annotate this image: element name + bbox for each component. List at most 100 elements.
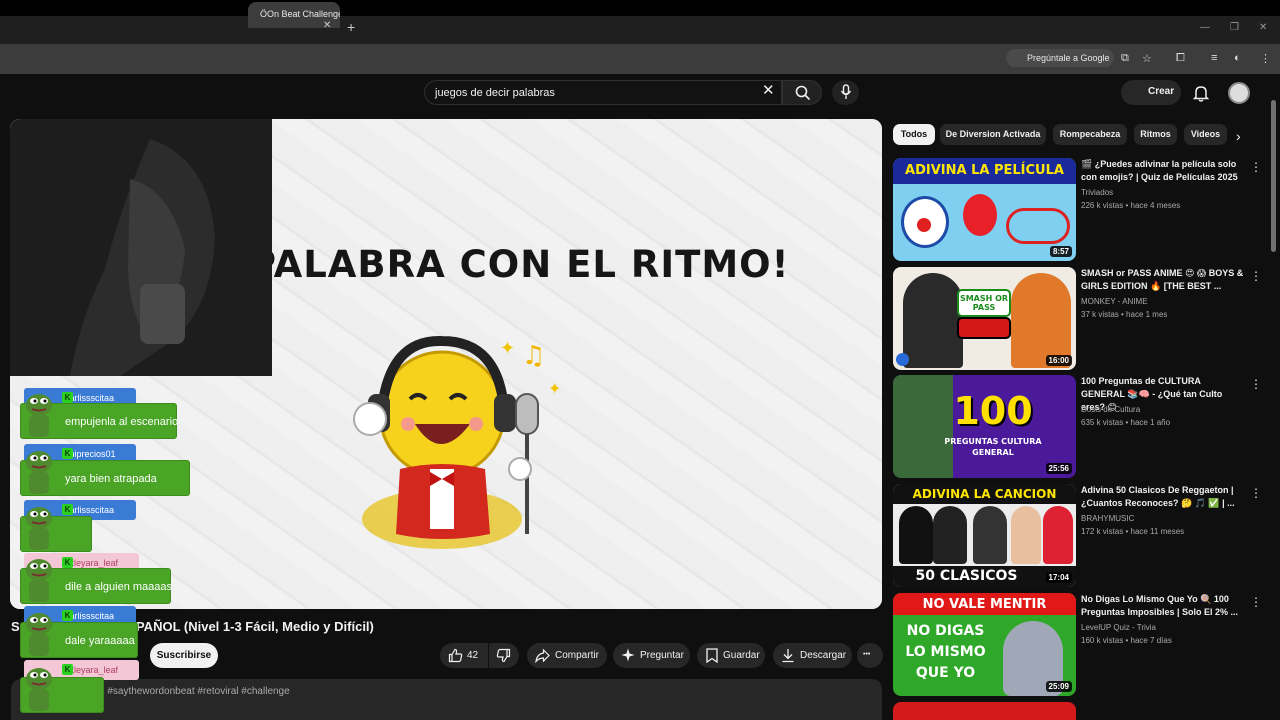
thumbs-down-icon: [496, 648, 511, 663]
browser-menu-icon[interactable]: ⋮: [1260, 52, 1271, 65]
bookmark-icon: [706, 648, 718, 663]
microphone-icon: [840, 84, 852, 99]
ask-google-button[interactable]: Pregúntale a Google: [1006, 49, 1114, 67]
rec-title[interactable]: Adivina 50 Clasicos De Reggaeton | ¿Cuan…: [1081, 484, 1245, 510]
window-close-icon[interactable]: ✕: [1259, 22, 1267, 33]
save-button[interactable]: Guardar: [697, 643, 765, 668]
rec-channel[interactable]: MONKEY - ANIME: [1081, 297, 1148, 306]
rec-channel[interactable]: Dosis de Cultura: [1081, 405, 1140, 414]
rec-meta: 160 k vistas • hace 7 días: [1081, 636, 1172, 645]
media-controls-icon[interactable]: ≡: [1211, 52, 1217, 64]
pepe-avatar-icon: [26, 668, 52, 711]
duration-badge: 17:04: [1045, 572, 1072, 583]
rec-title[interactable]: 🎬 ¿Puedes adivinar la película solo con …: [1081, 158, 1245, 184]
rec-meta: 635 k vistas • hace 1 año: [1081, 418, 1171, 427]
chip-rompecabeza[interactable]: Rompecabeza: [1053, 124, 1127, 145]
browser-tab-bar: [0, 16, 1280, 44]
more-icon: •••: [863, 651, 871, 658]
thumbnail-caption: NO VALE MENTIR: [922, 597, 1047, 612]
rec-channel[interactable]: BRAHYMUSIC: [1081, 514, 1134, 523]
video-player[interactable]: ¡DI LA PALABRA CON EL RITMO! ♫ ✦ ✦: [10, 119, 882, 609]
page-scrollbar[interactable]: [1271, 100, 1276, 252]
rec-more-icon[interactable]: ⋮: [1250, 377, 1262, 391]
description-tags: as #saythewordonbeat #retoviral #challen…: [94, 686, 290, 697]
singing-emoji-illustration: ♫ ✦ ✦: [353, 335, 561, 549]
download-label: Descargar: [800, 650, 847, 661]
share-button[interactable]: Compartir: [527, 643, 607, 668]
chips-next-arrow-icon[interactable]: ›: [1236, 128, 1241, 144]
subscribe-button[interactable]: Suscribirse: [150, 643, 218, 668]
search-input[interactable]: juegos de decir palabras: [424, 80, 782, 105]
download-button[interactable]: Descargar: [773, 643, 852, 668]
rec-meta: 226 k vistas • hace 4 meses: [1081, 201, 1181, 210]
top-black-strip: [0, 0, 1280, 16]
chip-de-diversion-activada[interactable]: De Diversion Activada: [940, 124, 1046, 145]
streamer-hand-silhouette: [70, 139, 215, 376]
thumbnail-subcaption: 50 CLASICOS: [915, 568, 1018, 584]
rec-more-icon[interactable]: ⋮: [1250, 595, 1262, 609]
dislike-button[interactable]: [489, 643, 519, 668]
svg-text:✦: ✦: [500, 338, 515, 359]
svg-text:✦: ✦: [548, 379, 561, 398]
voice-search-button[interactable]: [832, 80, 859, 105]
thumbnail-subcaption: PREGUNTAS CULTURA GENERAL: [944, 437, 1042, 457]
rec-title[interactable]: No Digas Lo Mismo Que Yo 🍭 100 Preguntas…: [1081, 593, 1245, 619]
save-label: Guardar: [723, 650, 760, 661]
rec-more-icon[interactable]: ⋮: [1250, 269, 1262, 283]
bookmark-star-icon[interactable]: ☆: [1142, 52, 1152, 65]
create-button[interactable]: Crear: [1121, 80, 1181, 105]
kick-badge-icon: K: [62, 610, 73, 621]
like-button[interactable]: 42: [440, 643, 488, 668]
chip-todos[interactable]: Todos: [893, 124, 935, 145]
rec-title[interactable]: SMASH or PASS ANIME 😍 😱 BOYS & GIRLS EDI…: [1081, 267, 1245, 293]
thumbnail-caption: SMASH OR PASS: [959, 294, 1009, 312]
kick-badge-icon: K: [62, 664, 73, 675]
search-icon: [795, 85, 811, 101]
chip-ritmos[interactable]: Ritmos: [1134, 124, 1177, 145]
rec-more-icon[interactable]: ⋮: [1250, 160, 1262, 174]
more-actions-button[interactable]: •••: [857, 643, 883, 668]
thumbs-up-icon: [448, 648, 463, 663]
like-count: 42: [467, 650, 479, 661]
share-arrow-icon: [535, 648, 550, 663]
rec-channel[interactable]: Triviados: [1081, 188, 1113, 197]
rec-thumbnail-partial[interactable]: [893, 702, 1076, 720]
rec-thumbnail[interactable]: NO VALE MENTIR NO DIGAS LO MISMO QUE YO …: [893, 593, 1076, 696]
rec-thumbnail[interactable]: ADIVINA LA PELÍCULA 8:57: [893, 158, 1076, 261]
extensions-icon[interactable]: ⧠: [1176, 52, 1185, 65]
install-app-icon[interactable]: ⧉: [1121, 52, 1129, 65]
rec-thumbnail[interactable]: 100 PREGUNTAS CULTURA GENERAL 25:56: [893, 375, 1076, 478]
ask-label: Preguntar: [640, 650, 684, 661]
kick-badge-icon: K: [62, 504, 73, 515]
notifications-bell-icon[interactable]: [1193, 84, 1209, 102]
kick-badge-icon: K: [62, 448, 73, 459]
search-button[interactable]: [782, 80, 822, 105]
rec-channel[interactable]: LevelUP Quiz - Trivia: [1081, 623, 1156, 632]
duration-badge: 25:09: [1045, 681, 1072, 692]
thumbnail-caption: ADIVINA LA CANCION: [912, 487, 1057, 501]
download-icon: [782, 649, 794, 663]
duration-badge: 8:57: [1049, 246, 1072, 257]
thumbnail-caption: ADIVINA LA PELÍCULA: [905, 163, 1064, 178]
pepe-avatar-icon: [26, 451, 52, 494]
rec-thumbnail[interactable]: SMASH OR PASS 16:00: [893, 267, 1076, 370]
chip-videos[interactable]: Videos: [1184, 124, 1227, 145]
kick-badge-icon: K: [62, 392, 73, 403]
svg-text:♫: ♫: [522, 341, 545, 371]
minimize-icon[interactable]: —: [1200, 22, 1210, 33]
tab-close-icon[interactable]: ✕: [323, 20, 331, 31]
pepe-avatar-icon: [26, 507, 52, 550]
thumbnail-subcaption: NO DIGAS LO MISMO QUE YO: [905, 623, 986, 681]
rec-meta: 37 k vistas • hace 1 mes: [1081, 310, 1168, 319]
ask-button[interactable]: Preguntar: [613, 643, 690, 668]
pepe-avatar-icon: [26, 559, 52, 602]
account-avatar[interactable]: [1228, 82, 1250, 104]
rec-more-icon[interactable]: ⋮: [1250, 486, 1262, 500]
new-tab-button[interactable]: +: [347, 20, 355, 34]
rec-thumbnail[interactable]: ADIVINA LA CANCION 50 CLASICOS 17:04: [893, 484, 1076, 587]
restore-icon[interactable]: ❐: [1230, 22, 1239, 33]
profile-icon[interactable]: ◐: [1234, 52, 1241, 64]
kick-badge-icon: K: [62, 557, 73, 568]
clear-search-icon[interactable]: ✕: [762, 83, 775, 99]
sparkle-icon: [621, 648, 635, 662]
